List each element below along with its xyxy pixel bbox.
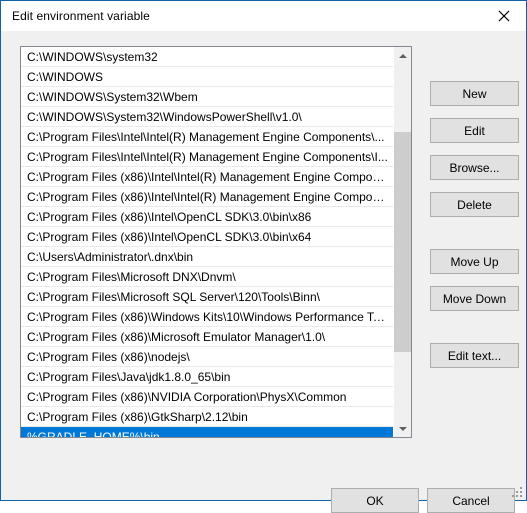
path-list-item-label: C:\Program Files (x86)\Windows Kits\10\W…	[27, 309, 389, 324]
chevron-up-icon	[398, 53, 407, 58]
close-icon	[498, 10, 510, 22]
path-list-item-label: C:\Program Files (x86)\Intel\Intel(R) Ma…	[27, 189, 389, 204]
path-list-item[interactable]: C:\WINDOWS\system32	[21, 47, 393, 67]
path-list-item-label: C:\Program Files (x86)\GtkSharp\2.12\bin	[27, 409, 248, 424]
path-list-item[interactable]: C:\Program Files (x86)\nodejs\	[21, 347, 393, 367]
dialog-body: C:\WINDOWS\system32 C:\WINDOWS C:\WINDOWS\…	[1, 31, 526, 513]
edit-button[interactable]: Edit	[430, 118, 519, 143]
scrollbar-thumb[interactable]	[394, 131, 411, 353]
path-list-item[interactable]: C:\Program Files (x86)\Intel\Intel(R) Ma…	[21, 167, 393, 187]
path-list-item[interactable]: C:\Program Files (x86)\Microsoft Emulato…	[21, 327, 393, 347]
path-list-item[interactable]: C:\Program Files (x86)\GtkSharp\2.12\bin	[21, 407, 393, 427]
path-list-item[interactable]: C:\Program Files\Microsoft DNX\Dnvm\	[21, 267, 393, 287]
path-list-item[interactable]: C:\Users\Administrator\.dnx\bin	[21, 247, 393, 267]
scrollbar-track[interactable]	[394, 64, 411, 420]
path-list-item-label: C:\WINDOWS	[27, 69, 103, 84]
path-list-item[interactable]: C:\WINDOWS\System32\WindowsPowerShell\v1…	[21, 107, 393, 127]
path-list-item-label: C:\Program Files\Microsoft SQL Server\12…	[27, 289, 320, 304]
new-button[interactable]: New	[430, 81, 519, 106]
path-list-item[interactable]: C:\WINDOWS	[21, 67, 393, 87]
resize-grip-icon[interactable]	[511, 485, 523, 497]
path-list-item[interactable]: C:\Program Files\Microsoft SQL Server\12…	[21, 287, 393, 307]
path-list-item-label: C:\WINDOWS\System32\Wbem	[27, 89, 198, 104]
path-list-item-label: C:\Program Files (x86)\NVIDIA Corporatio…	[27, 389, 347, 404]
path-list-item-label: %GRADLE_HOME%\bin	[27, 429, 160, 438]
move-up-button[interactable]: Move Up	[430, 249, 519, 274]
path-list-item[interactable]: C:\Program Files\Java\jdk1.8.0_65\bin	[21, 367, 393, 387]
path-list-item-label: C:\Program Files\Intel\Intel(R) Manageme…	[27, 149, 388, 164]
path-list-rows: C:\WINDOWS\system32 C:\WINDOWS C:\WINDOWS\…	[21, 47, 393, 437]
path-list-item[interactable]: C:\Program Files\Intel\Intel(R) Manageme…	[21, 147, 393, 167]
path-list-item[interactable]: C:\Program Files (x86)\Intel\OpenCL SDK\…	[21, 227, 393, 247]
list-scrollbar[interactable]	[393, 47, 411, 437]
path-list-item-label: C:\WINDOWS\system32	[27, 49, 158, 64]
path-list-item[interactable]: C:\WINDOWS\System32\Wbem	[21, 87, 393, 107]
title-bar: Edit environment variable	[1, 1, 526, 31]
edit-environment-variable-dialog: Edit environment variable C:\WINDOWS\sys…	[0, 0, 527, 513]
path-list-item-label: C:\Program Files (x86)\Microsoft Emulato…	[27, 329, 326, 344]
path-list-item-label: C:\Program Files\Intel\Intel(R) Manageme…	[27, 129, 385, 144]
path-list[interactable]: C:\WINDOWS\system32 C:\WINDOWS C:\WINDOWS\…	[20, 46, 412, 438]
browse-button[interactable]: Browse...	[430, 155, 519, 180]
path-list-item-label: C:\Program Files (x86)\Intel\OpenCL SDK\…	[27, 229, 312, 244]
path-list-item[interactable]: C:\Program Files (x86)\Windows Kits\10\W…	[21, 307, 393, 327]
path-list-item[interactable]: C:\Program Files\Intel\Intel(R) Manageme…	[21, 127, 393, 147]
path-list-item[interactable]: C:\Program Files (x86)\NVIDIA Corporatio…	[21, 387, 393, 407]
path-list-item-label: C:\Program Files\Java\jdk1.8.0_65\bin	[27, 369, 231, 384]
window-title: Edit environment variable	[12, 9, 150, 23]
delete-button[interactable]: Delete	[430, 192, 519, 217]
close-button[interactable]	[481, 1, 526, 30]
path-list-item-label: C:\Users\Administrator\.dnx\bin	[27, 249, 194, 264]
chevron-down-icon	[398, 426, 407, 431]
path-list-item-label: C:\Program Files (x86)\Intel\Intel(R) Ma…	[27, 169, 389, 184]
path-list-item-label: C:\Program Files (x86)\nodejs\	[27, 349, 190, 364]
path-list-item[interactable]: C:\Program Files (x86)\Intel\OpenCL SDK\…	[21, 207, 393, 227]
path-list-item-label: C:\Program Files\Microsoft DNX\Dnvm\	[27, 269, 236, 284]
path-list-item[interactable]: %GRADLE_HOME%\bin	[21, 427, 393, 438]
move-down-button[interactable]: Move Down	[430, 286, 519, 311]
path-list-item[interactable]: C:\Program Files (x86)\Intel\Intel(R) Ma…	[21, 187, 393, 207]
edit-text-button[interactable]: Edit text...	[430, 343, 519, 368]
path-list-item-label: C:\Program Files (x86)\Intel\OpenCL SDK\…	[27, 209, 312, 224]
path-list-item-label: C:\WINDOWS\System32\WindowsPowerShell\v1…	[27, 109, 302, 124]
scroll-down-button[interactable]	[394, 420, 411, 437]
scroll-up-button[interactable]	[394, 47, 411, 64]
